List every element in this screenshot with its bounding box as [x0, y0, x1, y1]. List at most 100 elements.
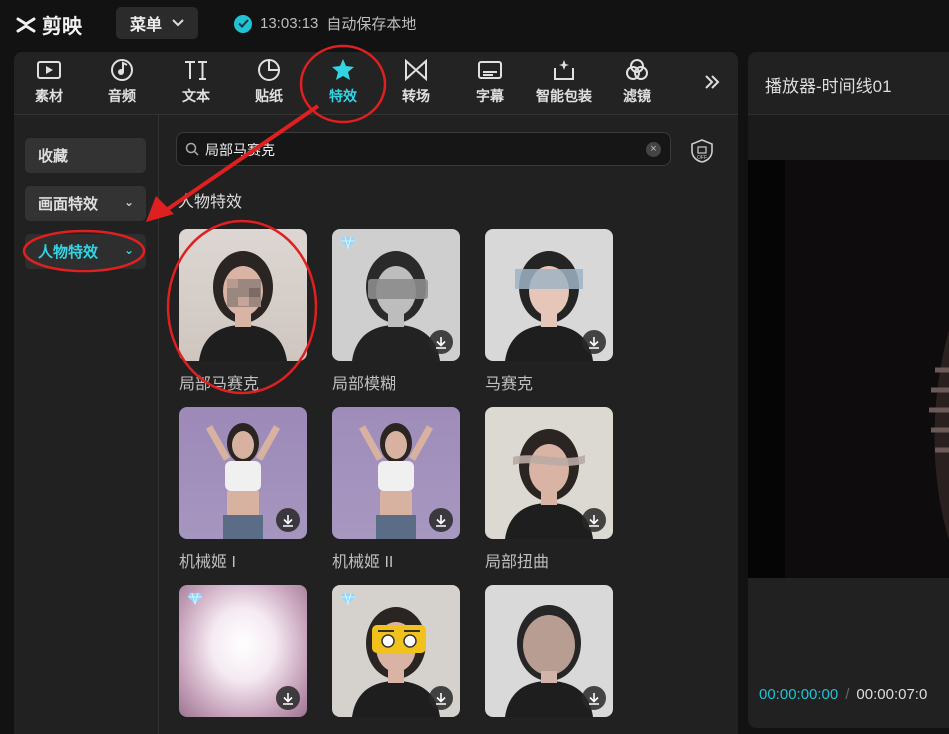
tab-audio[interactable]: 音频	[87, 58, 157, 110]
chevron-down-icon	[172, 19, 184, 27]
resource-panel: 素材 音频 文本 贴纸 特效 转场 字幕 智能包装 滤镜 收藏 画面特效 ⌄ 人…	[14, 52, 738, 734]
vip-diamond-icon	[187, 592, 203, 610]
tab-sticker[interactable]: 贴纸	[234, 58, 304, 110]
smart-package-icon	[551, 58, 577, 82]
sticker-icon	[257, 58, 281, 82]
tab-label: 滤镜	[623, 88, 651, 104]
commercial-shield-icon: OFF	[691, 139, 713, 163]
subtitle-icon	[477, 58, 503, 82]
download-icon[interactable]	[429, 330, 453, 354]
download-icon[interactable]	[582, 330, 606, 354]
effect-card[interactable]: 机械姬 I	[179, 407, 309, 572]
effect-thumbnail	[485, 585, 613, 717]
category-sidebar: 收藏 画面特效 ⌄ 人物特效 ⌄	[14, 115, 159, 734]
player-title: 播放器-时间线01	[765, 77, 892, 96]
more-tabs-button[interactable]	[704, 70, 720, 96]
player-toolbar	[748, 114, 949, 161]
text-icon	[183, 58, 209, 82]
section-title: 人物特效	[178, 194, 243, 211]
search-icon	[185, 142, 199, 156]
effect-card[interactable]: 马赛克	[485, 229, 615, 394]
autosave-status: 13:03:13 自动保存本地	[234, 13, 416, 34]
download-icon[interactable]	[582, 686, 606, 710]
app-name: 剪映	[42, 16, 82, 38]
category-label: 收藏	[38, 148, 69, 165]
effect-card[interactable]: 局部模糊	[332, 229, 462, 394]
tab-label: 特效	[329, 88, 357, 104]
effect-card[interactable]	[485, 585, 615, 726]
effect-thumbnail	[485, 229, 613, 361]
effect-card[interactable]	[332, 585, 462, 726]
tab-smart-package[interactable]: 智能包装	[528, 58, 600, 110]
effect-thumbnail	[332, 585, 460, 717]
effect-card[interactable]: 局部扭曲	[485, 407, 615, 572]
tab-label: 转场	[402, 88, 430, 104]
search-input[interactable]	[203, 139, 627, 161]
effect-thumbnail	[179, 407, 307, 539]
effect-thumbnail	[485, 407, 613, 539]
effect-label: 机械姬 I	[179, 554, 236, 571]
player-panel: 播放器-时间线01 00:00:00:00 / 00:00:07:0	[748, 52, 949, 728]
effect-label: 局部模糊	[332, 376, 397, 393]
tab-text[interactable]: 文本	[161, 58, 231, 110]
resource-tabs: 素材 音频 文本 贴纸 特效 转场 字幕 智能包装 滤镜	[14, 52, 738, 115]
transition-icon	[403, 58, 429, 82]
media-play-icon	[36, 58, 62, 82]
tab-media[interactable]: 素材	[14, 58, 84, 110]
category-label: 人物特效	[38, 244, 99, 261]
video-preview[interactable]	[748, 160, 949, 578]
tab-label: 文本	[182, 88, 210, 104]
effect-thumbnail	[332, 407, 460, 539]
effect-label: 马赛克	[485, 376, 534, 393]
effect-label: 局部马赛克	[179, 376, 260, 393]
clear-search-icon[interactable]: ×	[646, 142, 661, 157]
commercial-off-button[interactable]: OFF	[689, 138, 715, 169]
chevron-down-icon: ⌄	[123, 195, 134, 209]
effect-label: 机械姬 II	[332, 554, 394, 571]
tab-label: 智能包装	[536, 88, 592, 104]
menu-label: 菜单	[129, 17, 162, 34]
category-label: 画面特效	[38, 196, 99, 213]
current-time: 00:00:00:00	[759, 686, 839, 703]
top-bar: 剪映 菜单 13:03:13 自动保存本地	[0, 0, 949, 46]
tab-transition[interactable]: 转场	[381, 58, 451, 110]
time-separator: /	[845, 686, 850, 703]
filter-icon	[624, 58, 650, 82]
effect-card[interactable]: 机械姬 II	[332, 407, 462, 572]
save-text: 自动保存本地	[326, 16, 417, 33]
tab-label: 贴纸	[255, 88, 283, 104]
app-logo: 剪映	[16, 10, 82, 39]
download-icon[interactable]	[276, 508, 300, 532]
download-icon[interactable]	[429, 508, 453, 532]
timecode: 00:00:00:00 / 00:00:07:0	[759, 686, 927, 703]
vip-diamond-icon	[340, 592, 356, 610]
menu-button[interactable]: 菜单	[116, 7, 198, 39]
effect-label: 局部扭曲	[485, 554, 550, 571]
effects-search: ×	[176, 132, 671, 166]
star-effects-icon	[330, 58, 356, 82]
tab-effects[interactable]: 特效	[308, 58, 378, 110]
download-icon[interactable]	[429, 686, 453, 710]
save-time: 13:03:13	[260, 15, 319, 32]
tab-label: 音频	[108, 88, 136, 104]
effect-thumbnail	[179, 229, 307, 361]
category-person-effects[interactable]: 人物特效 ⌄	[25, 234, 146, 269]
tab-subtitle[interactable]: 字幕	[455, 58, 525, 110]
portrait-image	[199, 251, 287, 361]
chevron-down-icon: ⌄	[123, 243, 134, 257]
check-circle-icon	[234, 14, 252, 33]
category-screen-effects[interactable]: 画面特效 ⌄	[25, 186, 146, 221]
audio-note-icon	[110, 58, 134, 82]
effect-thumbnail	[179, 585, 307, 717]
effect-card[interactable]	[179, 585, 309, 726]
category-favorites[interactable]: 收藏	[25, 138, 146, 173]
tab-label: 字幕	[476, 88, 504, 104]
svg-text:OFF: OFF	[697, 155, 707, 161]
vip-diamond-icon	[340, 236, 356, 254]
tab-filter[interactable]: 滤镜	[602, 58, 672, 110]
download-icon[interactable]	[582, 508, 606, 532]
effect-card[interactable]: 局部马赛克	[179, 229, 309, 394]
total-time: 00:00:07:0	[856, 686, 928, 703]
download-icon[interactable]	[276, 686, 300, 710]
capcut-logo-icon	[16, 17, 36, 32]
